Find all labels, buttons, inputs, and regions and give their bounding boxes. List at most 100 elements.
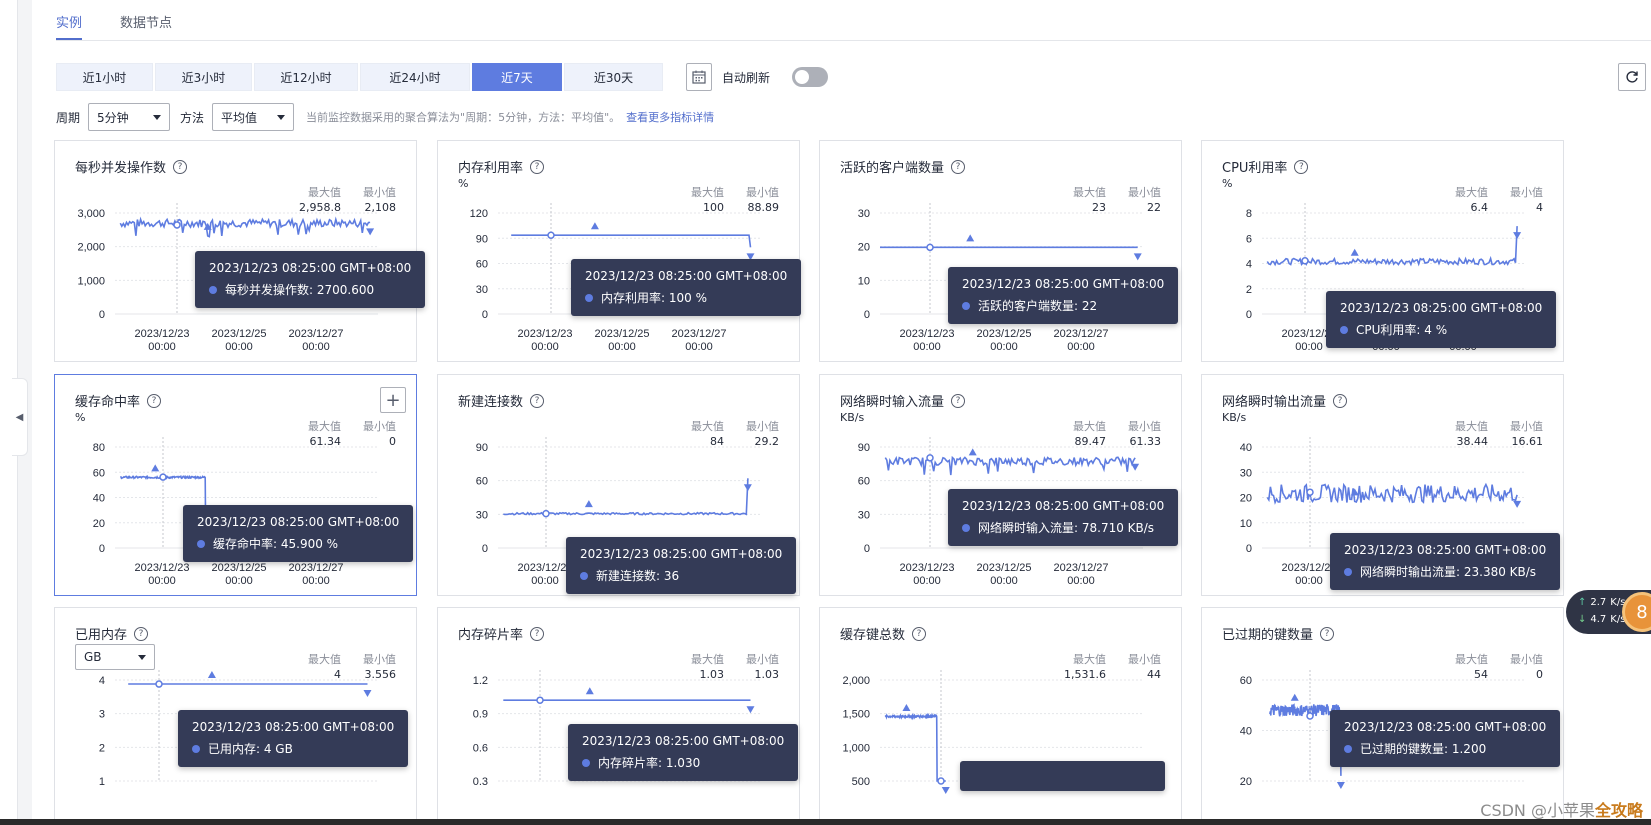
x-tick-label: 00:00 bbox=[990, 575, 1018, 587]
y-tick-label: 10 bbox=[858, 275, 870, 287]
period-value: 5分钟 bbox=[97, 110, 129, 125]
watermark-brand: 全攻略 bbox=[1594, 801, 1643, 820]
y-tick-label: 1.2 bbox=[473, 675, 488, 687]
metric-card[interactable]: 网络瞬时输出流量? KB/s 最大值 38.44 最小值 16.61 0 10 20 30 4… bbox=[1201, 374, 1564, 596]
more-metrics-link[interactable]: 查看更多指标详情 bbox=[626, 109, 714, 125]
metric-card[interactable]: 缓存键总数? 最大值 1,531.6 最小值 44 500 1,000 1,500 2,0… bbox=[819, 607, 1182, 825]
max-marker-icon bbox=[151, 464, 160, 472]
series-dot-icon bbox=[192, 744, 200, 753]
tooltip-time: 2023/12/23 08:25:00 GMT+08:00 bbox=[582, 734, 785, 748]
chart-tooltip: 2023/12/23 08:25:00 GMT+08:00 已用内存: 4 GB bbox=[178, 710, 409, 767]
tooltip-value: 网络瞬时输入流量: 78.710 KB/s bbox=[978, 521, 1155, 535]
method-label: 方法 bbox=[180, 110, 205, 125]
series-line bbox=[511, 234, 752, 248]
y-tick-label: 60 bbox=[476, 259, 488, 271]
series-dot-icon bbox=[1344, 567, 1352, 576]
network-speed-widget[interactable]: ↑ 2.7 K/s ↓ 4.7 K/s 8 bbox=[1566, 590, 1651, 634]
y-tick-label: 0 bbox=[482, 543, 488, 555]
range-24h-button[interactable]: 近24小时 bbox=[360, 63, 470, 91]
y-tick-label: 90 bbox=[476, 442, 488, 454]
max-marker-icon bbox=[968, 448, 977, 456]
series-dot-icon bbox=[1340, 325, 1348, 334]
y-tick-label: 0 bbox=[482, 309, 488, 321]
metric-card[interactable]: 内存利用率?% 最大值 100 最小值 88.89 0 30 60 90 120 2023/1… bbox=[437, 140, 802, 363]
series-line bbox=[119, 216, 371, 238]
metric-chart[interactable]: 0204060802023/12/2300:002023/12/2500:002… bbox=[55, 375, 418, 597]
tooltip-time: 2023/12/23 08:25:00 GMT+08:00 bbox=[580, 547, 783, 561]
range-7d-button[interactable]: 近7天 bbox=[472, 63, 562, 91]
x-tick-label: 00:00 bbox=[225, 575, 253, 587]
chart-tooltip: 2023/12/23 08:25:00 GMT+08:00 内存碎片率: 1.0… bbox=[568, 724, 799, 781]
tabs-divider bbox=[56, 40, 1651, 41]
metric-card[interactable]: 每秒并发操作数? 最大值 2,958.8 最小值 2,108 0 1,000 2,000… bbox=[54, 140, 426, 362]
y-tick-label: 4 bbox=[1246, 259, 1252, 271]
range-30d-button[interactable]: 近30天 bbox=[564, 63, 663, 91]
y-tick-label: 30 bbox=[476, 509, 488, 521]
max-marker-icon bbox=[207, 671, 216, 679]
tooltip-value: 活跃的客户端数量: 22 bbox=[978, 299, 1098, 313]
metric-chart[interactable]: 03060902023/12/2300:002023/12/2500:00202… bbox=[820, 375, 1183, 597]
auto-refresh-toggle[interactable] bbox=[792, 67, 828, 87]
tooltip-time: 2023/12/23 08:25:00 GMT+08:00 bbox=[197, 515, 400, 529]
metric-card[interactable]: CPU利用率?% 最大值 6.4 最小值 4 0 2 4 6 8 2023/12/23 00:0… bbox=[1201, 140, 1564, 362]
tooltip-time: 2023/12/23 08:25:00 GMT+08:00 bbox=[585, 269, 788, 283]
range-3h-button[interactable]: 近3小时 bbox=[155, 63, 252, 91]
range-12h-button[interactable]: 近12小时 bbox=[254, 63, 358, 91]
collapse-sidebar-button[interactable]: ◀ bbox=[12, 378, 28, 456]
chevron-down-icon bbox=[277, 114, 286, 120]
y-tick-label: 2 bbox=[99, 742, 105, 754]
x-tick-label: 00:00 bbox=[225, 341, 253, 353]
y-tick-label: 0 bbox=[99, 309, 105, 321]
y-tick-label: 40 bbox=[1240, 442, 1252, 454]
y-tick-label: 20 bbox=[93, 518, 105, 530]
metric-card[interactable]: 活跃的客户端数量? 最大值 23 最小值 22 0 10 20 30 2023/12/23 0… bbox=[819, 140, 1182, 362]
tooltip-value: 内存碎片率: 1.030 bbox=[598, 756, 701, 770]
period-select[interactable]: 5分钟 bbox=[88, 103, 171, 131]
tab-instance[interactable]: 实例 bbox=[56, 0, 83, 40]
hover-point bbox=[155, 680, 163, 688]
min-marker-icon bbox=[366, 228, 375, 236]
metric-card[interactable]: 新建连接数? 最大值 84 最小值 29.2 0 30 60 90 2023/12/23 00… bbox=[437, 374, 800, 596]
x-tick-label: 2023/12/23 bbox=[899, 328, 954, 340]
x-tick-label: 2023/12/27 bbox=[671, 328, 726, 340]
metric-card[interactable]: 内存碎片率? 最大值 1.03 最小值 1.03 0.3 0.6 0.9 1.2 2023… bbox=[437, 607, 800, 825]
tooltip-value: 新建连接数: 36 bbox=[596, 569, 680, 583]
min-marker-icon bbox=[746, 706, 755, 714]
metric-chart[interactable]: 0.3 0.6 0.9 1.2 bbox=[438, 608, 801, 825]
metric-card[interactable]: 缓存命中率?% + 最大值 61.34 最小值 0 0 20 40 60 80 2023/12/… bbox=[54, 374, 417, 596]
y-tick-label: 0.3 bbox=[473, 776, 488, 788]
y-tick-label: 40 bbox=[93, 493, 105, 505]
y-tick-label: 30 bbox=[476, 284, 488, 296]
metric-card[interactable]: 已用内存? GB 最大值 4 最小值 3.556 1234 2023/12/23 08… bbox=[54, 607, 417, 825]
metric-chart[interactable]: 03060901202023/12/2300:002023/12/2500:00… bbox=[438, 141, 801, 363]
method-select[interactable]: 平均值 bbox=[212, 103, 295, 131]
tab-data-node[interactable]: 数据节点 bbox=[120, 0, 172, 40]
range-1h-button[interactable]: 近1小时 bbox=[56, 63, 153, 91]
metric-chart[interactable]: 01020302023/12/2300:002023/12/2500:00202… bbox=[820, 141, 1183, 363]
x-tick-label: 00:00 bbox=[531, 575, 559, 587]
y-tick-label: 0.6 bbox=[473, 742, 488, 754]
calendar-icon bbox=[692, 70, 706, 84]
y-tick-label: 0.9 bbox=[473, 709, 488, 721]
chevron-left-icon: ◀ bbox=[15, 411, 24, 423]
y-tick-label: 90 bbox=[476, 233, 488, 245]
series-dot-icon bbox=[1344, 744, 1352, 753]
chevron-down-icon bbox=[153, 114, 162, 120]
y-tick-label: 60 bbox=[476, 476, 488, 488]
metric-card[interactable]: 已过期的键数量? 最大值 54 最小值 0 20 40 60 2023/12/23 08… bbox=[1201, 607, 1564, 825]
x-tick-label: 2023/12/23 bbox=[899, 562, 954, 574]
y-tick-label: 60 bbox=[93, 467, 105, 479]
y-tick-label: 90 bbox=[858, 442, 870, 454]
refresh-button[interactable] bbox=[1618, 63, 1646, 91]
metric-card[interactable]: 网络瞬时输入流量? KB/s 最大值 89.47 最小值 61.33 0 30 60 90 2… bbox=[819, 374, 1182, 596]
download-speed: 4.7 bbox=[1590, 614, 1607, 625]
min-marker-icon bbox=[1336, 781, 1345, 789]
period-label: 周期 bbox=[56, 110, 81, 125]
x-tick-label: 2023/12/23 bbox=[517, 562, 572, 574]
tooltip-value: 已过期的键数量: 1.200 bbox=[1360, 742, 1487, 756]
watermark-text: CSDN @小苹果 bbox=[1480, 801, 1595, 820]
metric-chart[interactable]: 500 1,000 1,500 2,000 bbox=[820, 608, 1183, 825]
x-tick-label: 2023/12/27 bbox=[1053, 562, 1108, 574]
watermark: CSDN @小苹果全攻略 bbox=[1480, 797, 1643, 821]
date-picker-button[interactable] bbox=[686, 63, 712, 91]
